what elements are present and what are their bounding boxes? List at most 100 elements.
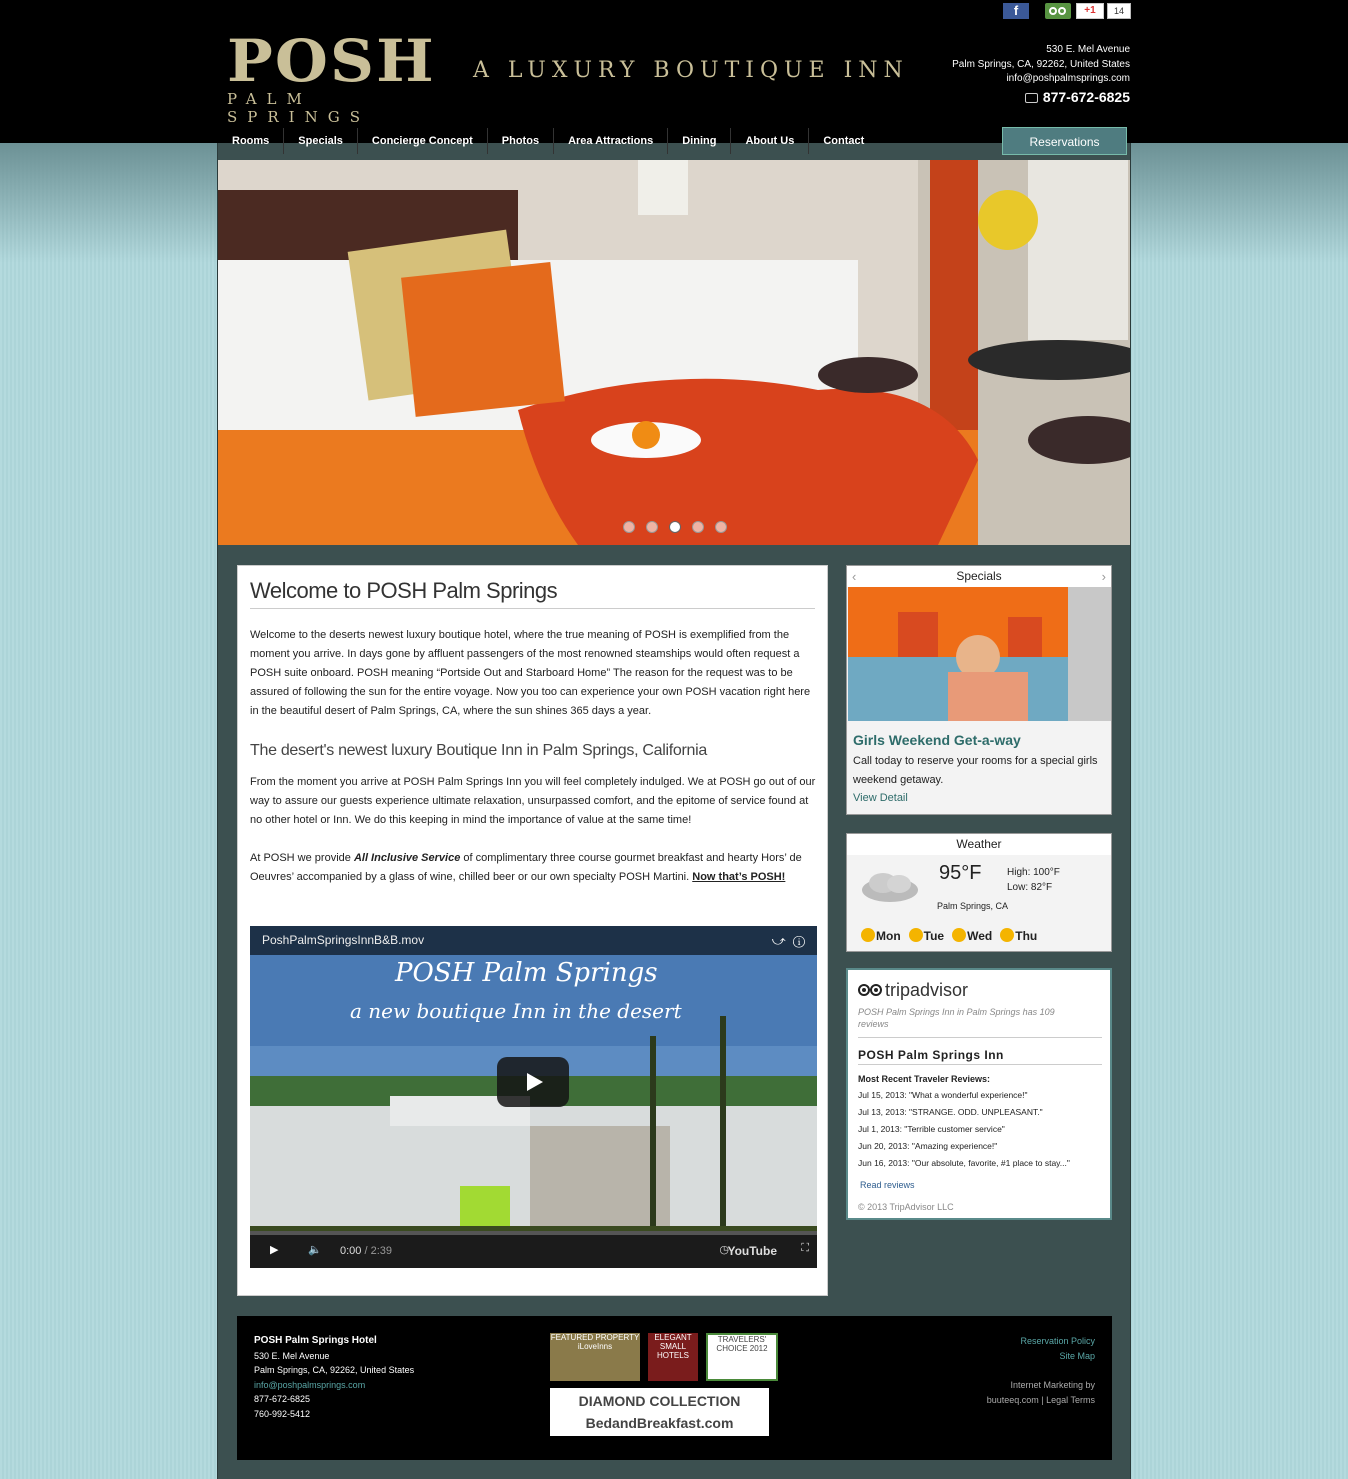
forecast-day: Thu (1015, 929, 1038, 943)
weather-box: Weather 95°F High: 100°F Low: 82°F Palm … (846, 833, 1112, 952)
video-overlay-sub: a new boutique Inn in the desert (350, 999, 682, 1023)
tripadvisor-owl-icon (858, 984, 882, 996)
weather-temp: 95°F (939, 862, 982, 884)
footer-links: Reservation Policy Site Map Internet Mar… (986, 1334, 1095, 1405)
fullscreen-icon[interactable]: ⛶ (801, 1242, 809, 1255)
slide-indicators (623, 521, 727, 533)
sun-icon (908, 928, 923, 942)
share-icon[interactable]: ⤻ (772, 933, 786, 948)
volume-icon[interactable]: 🔈 (308, 1243, 322, 1256)
hero-slideshow-image[interactable] (218, 160, 1130, 545)
tripadvisor-property-name[interactable]: POSH Palm Springs Inn (858, 1048, 1004, 1062)
site-map-link[interactable]: Site Map (987, 1349, 1095, 1364)
tripadvisor-copyright: © 2013 TripAdvisor LLC (858, 1202, 954, 1212)
nav-specials[interactable]: Specials (284, 128, 358, 154)
reservations-button[interactable]: Reservations (1002, 127, 1127, 155)
nav-about-us[interactable]: About Us (731, 128, 810, 154)
sun-icon (1000, 928, 1015, 942)
tripadvisor-logo-text: tripadvisor (885, 980, 969, 1000)
slide-dot-active[interactable] (669, 521, 681, 533)
weather-forecast: Mon Tue Wed Thu (861, 928, 1037, 943)
sun-icon (861, 928, 875, 942)
slide-dot[interactable] (692, 521, 704, 533)
tripadvisor-logo[interactable]: tripadvisor (858, 980, 968, 1001)
travelers-choice-badge[interactable]: TRAVELERS' CHOICE 2012 (706, 1333, 778, 1381)
review-list: Jul 15, 2013: "What a wonderful experien… (858, 1087, 1070, 1172)
info-icon[interactable]: ⓘ (793, 933, 805, 948)
view-detail-link[interactable]: View Detail (853, 792, 908, 804)
header-email[interactable]: info@poshpalmsprings.com (952, 72, 1130, 87)
weather-heading: Weather (847, 834, 1111, 855)
video-time-current: 0:00 (340, 1245, 362, 1257)
header-street: 530 E. Mel Avenue (1046, 44, 1130, 55)
video-player[interactable]: PoshPalmSpringsInnB&B.mov ⤻ ⓘ POSH Palm … (250, 926, 817, 1268)
nav-concierge[interactable]: Concierge Concept (358, 128, 488, 154)
nav-contact[interactable]: Contact (809, 128, 878, 154)
tripadvisor-icon[interactable] (1045, 3, 1071, 19)
specials-image[interactable] (848, 587, 1111, 721)
logo-main-text: POSH (227, 27, 436, 95)
footer-phone-1: 877-672-6825 (254, 1394, 311, 1404)
play-button[interactable] (497, 1057, 569, 1107)
tripadvisor-widget: tripadvisor POSH Palm Springs Inn in Pal… (846, 968, 1112, 1220)
nav-dining[interactable]: Dining (668, 128, 732, 154)
header-phone[interactable]: 877-672-6825 (1043, 89, 1130, 105)
special-desc: Call today to reserve your rooms for a s… (853, 755, 1098, 786)
nav-area-attractions[interactable]: Area Attractions (554, 128, 669, 154)
legal-terms-link[interactable]: Legal Terms (1046, 1395, 1095, 1405)
main-content: Welcome to POSH Palm Springs Welcome to … (237, 565, 828, 1296)
internet-marketing-label: Internet Marketing by (1010, 1380, 1095, 1390)
review-item[interactable]: Jul 15, 2013: "What a wonderful experien… (858, 1087, 1070, 1104)
specials-heading: Specials (847, 566, 1111, 587)
reservation-policy-link[interactable]: Reservation Policy (987, 1334, 1095, 1349)
review-item[interactable]: Jun 20, 2013: "Amazing experience!" (858, 1138, 1070, 1155)
footer-street: 530 E. Mel Avenue (254, 1350, 330, 1361)
video-overlay-title: POSH Palm Springs (395, 958, 658, 988)
elegant-small-hotels-badge[interactable]: ELEGANT SMALL HOTELS (648, 1333, 698, 1381)
phone-icon (1024, 92, 1038, 103)
slide-dot[interactable] (715, 521, 727, 533)
read-reviews-link[interactable]: Read reviews (860, 1180, 915, 1190)
chevron-left-icon[interactable]: ‹ (852, 569, 856, 584)
special-title[interactable]: Girls Weekend Get-a-way (853, 732, 1021, 748)
chevron-right-icon[interactable]: › (1102, 569, 1106, 584)
all-inclusive-emphasis: All Inclusive Service (353, 852, 461, 864)
review-item[interactable]: Jul 1, 2013: "Terrible customer service" (858, 1121, 1070, 1138)
diamond-collection-badge[interactable]: DIAMOND COLLECTION BedandBreakfast.com (550, 1388, 769, 1436)
iloveinns-badge[interactable]: FEATURED PROPERTY iLoveInns (550, 1333, 640, 1381)
header-city: Palm Springs, CA, 92262, United States (952, 58, 1130, 70)
footer-email[interactable]: info@poshpalmsprings.com (254, 1378, 414, 1393)
footer-address: POSH Palm Springs Hotel 530 E. Mel Avenu… (254, 1334, 414, 1421)
recent-reviews-heading: Most Recent Traveler Reviews: (858, 1074, 991, 1084)
google-plus-button[interactable]: +1 (1076, 3, 1104, 19)
nav-rooms[interactable]: Rooms (218, 128, 285, 154)
sun-icon (952, 928, 967, 942)
divider (858, 1064, 1102, 1065)
specials-box: Specials ‹ › Girls Weekend Get-a-way Cal… (846, 565, 1112, 815)
footer: POSH Palm Springs Hotel 530 E. Mel Avenu… (237, 1316, 1112, 1460)
weather-high: High: 100°F (1007, 867, 1060, 878)
divider (858, 1037, 1102, 1038)
forecast-day: Mon (876, 929, 901, 943)
facebook-icon[interactable]: f (1003, 3, 1029, 19)
weather-low: Low: 82°F (1007, 882, 1053, 893)
youtube-logo[interactable]: YouTube (727, 1244, 777, 1258)
title-divider (250, 608, 815, 609)
review-item[interactable]: Jul 13, 2013: "STRANGE. ODD. UNPLEASANT.… (858, 1104, 1070, 1121)
slide-dot[interactable] (623, 521, 635, 533)
tripadvisor-review-count: POSH Palm Springs Inn in Palm Springs ha… (858, 1007, 1055, 1029)
page-title: Welcome to POSH Palm Springs (250, 578, 558, 603)
slide-dot[interactable] (646, 521, 658, 533)
p3-text-a: At POSH we provide (250, 852, 354, 864)
now-thats-posh-link[interactable]: Now that’s POSH! (692, 871, 785, 883)
video-controls: ▶ 🔈 0:00 / 2:39 ◷ YouTube ⛶ (250, 1235, 817, 1268)
posh-logo[interactable]: POSH PALM SPRINGS (227, 30, 437, 126)
play-icon[interactable]: ▶ (270, 1243, 278, 1256)
buuteeq-link[interactable]: buuteeq.com (987, 1395, 1039, 1405)
tagline: A LUXURY BOUTIQUE INN (473, 58, 909, 83)
nav-photos[interactable]: Photos (488, 128, 555, 154)
footer-phone-2: 760-992-5412 (254, 1408, 311, 1419)
footer-city: Palm Springs, CA, 92262, United States (254, 1365, 415, 1375)
review-item[interactable]: Jun 16, 2013: "Our absolute, favorite, #… (858, 1155, 1070, 1172)
footer-hotel-name: POSH Palm Springs Hotel (254, 1335, 377, 1346)
